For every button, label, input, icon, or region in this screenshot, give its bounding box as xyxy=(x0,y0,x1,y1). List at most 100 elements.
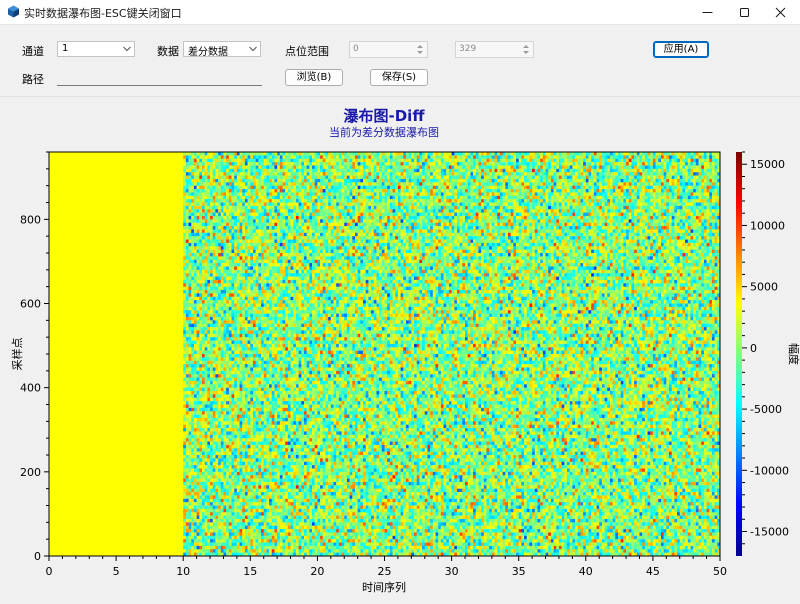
heat-cell xyxy=(191,391,194,395)
heat-cell xyxy=(207,506,210,510)
heat-cell xyxy=(213,293,216,297)
heat-cell xyxy=(191,435,194,439)
heat-cell xyxy=(183,458,186,462)
range-start-spinner[interactable]: 0 xyxy=(349,41,428,58)
heat-cell xyxy=(183,293,186,297)
heat-cell xyxy=(197,546,200,550)
heat-cell xyxy=(210,192,213,196)
heat-cell xyxy=(215,455,218,459)
close-button[interactable] xyxy=(758,0,800,24)
heat-cell xyxy=(189,425,192,429)
chevron-down-icon xyxy=(123,46,131,52)
heat-cell xyxy=(189,492,192,496)
heat-cell xyxy=(189,341,192,345)
heat-cell xyxy=(194,438,197,442)
heat-cell xyxy=(213,196,216,200)
heat-cell xyxy=(183,546,186,550)
heat-cell xyxy=(189,549,192,553)
heat-cell xyxy=(186,394,189,398)
heat-cell xyxy=(202,250,205,254)
heat-cell xyxy=(205,186,208,190)
heat-cell xyxy=(207,509,210,513)
heat-cell xyxy=(186,293,189,297)
heat-cell xyxy=(218,226,221,230)
heat-cell xyxy=(218,216,221,220)
heat-cell xyxy=(205,256,208,260)
heat-cell xyxy=(199,435,202,439)
heat-cell xyxy=(189,152,192,156)
heat-cell xyxy=(199,330,202,334)
heat-cell xyxy=(213,266,216,270)
heat-cell xyxy=(191,283,194,287)
path-input[interactable] xyxy=(57,75,262,86)
heat-cell xyxy=(189,199,192,203)
heat-cell xyxy=(183,182,186,186)
heat-cell xyxy=(183,176,186,180)
heat-cell xyxy=(186,209,189,213)
heat-cell xyxy=(207,226,210,230)
heat-cell xyxy=(207,546,210,550)
heat-cell xyxy=(215,502,218,506)
range-end-spinner[interactable]: 329 xyxy=(455,41,534,58)
heat-cell xyxy=(194,526,197,530)
heat-cell xyxy=(202,334,205,338)
heat-cell xyxy=(194,455,197,459)
heat-cell xyxy=(191,243,194,247)
heat-cell xyxy=(205,529,208,533)
heat-cell xyxy=(183,165,186,169)
browse-button[interactable]: 浏览(B) xyxy=(285,69,343,86)
heat-cell xyxy=(194,442,197,446)
heat-cell xyxy=(215,418,218,422)
heat-cell xyxy=(197,445,200,449)
heat-cell xyxy=(189,304,192,308)
apply-button[interactable]: 应用(A) xyxy=(653,41,709,58)
data-type-select[interactable]: 差分数据 xyxy=(183,41,261,57)
heat-cell xyxy=(186,165,189,169)
heat-cell xyxy=(194,546,197,550)
heat-cell xyxy=(202,442,205,446)
heat-cell xyxy=(210,415,213,419)
heat-cell xyxy=(205,509,208,513)
heat-cell xyxy=(197,256,200,260)
heat-cell xyxy=(197,495,200,499)
heat-cell xyxy=(194,354,197,358)
heat-cell xyxy=(202,492,205,496)
heat-cell xyxy=(215,236,218,240)
heat-cell xyxy=(194,263,197,267)
heat-cell xyxy=(186,519,189,523)
heat-cell xyxy=(197,384,200,388)
heat-cell xyxy=(194,357,197,361)
heat-cell xyxy=(191,236,194,240)
heat-cell xyxy=(210,327,213,331)
heat-cell xyxy=(194,425,197,429)
heat-cell xyxy=(186,502,189,506)
heat-cell xyxy=(186,405,189,409)
heat-cell xyxy=(213,442,216,446)
heat-cell xyxy=(215,526,218,530)
heat-cell xyxy=(215,320,218,324)
heat-cell xyxy=(189,176,192,180)
heat-cell xyxy=(202,270,205,274)
heat-cell xyxy=(202,236,205,240)
heat-cell xyxy=(213,452,216,456)
heat-cell xyxy=(210,388,213,392)
heat-cell xyxy=(210,176,213,180)
heat-cell xyxy=(189,351,192,355)
heat-cell xyxy=(215,448,218,452)
heat-cell xyxy=(215,213,218,217)
heat-cell xyxy=(194,165,197,169)
save-button[interactable]: 保存(S) xyxy=(370,69,428,86)
heat-cell xyxy=(189,169,192,173)
heat-cell xyxy=(202,495,205,499)
heat-cell xyxy=(218,186,221,190)
heat-cell xyxy=(210,344,213,348)
heat-cell xyxy=(205,482,208,486)
heat-cell xyxy=(205,384,208,388)
heat-cell xyxy=(186,452,189,456)
heat-cell xyxy=(210,337,213,341)
heat-cell xyxy=(207,209,210,213)
heat-cell xyxy=(205,408,208,412)
heat-cell xyxy=(213,246,216,250)
channel-select[interactable]: 1 xyxy=(57,41,135,57)
heat-cell xyxy=(186,256,189,260)
